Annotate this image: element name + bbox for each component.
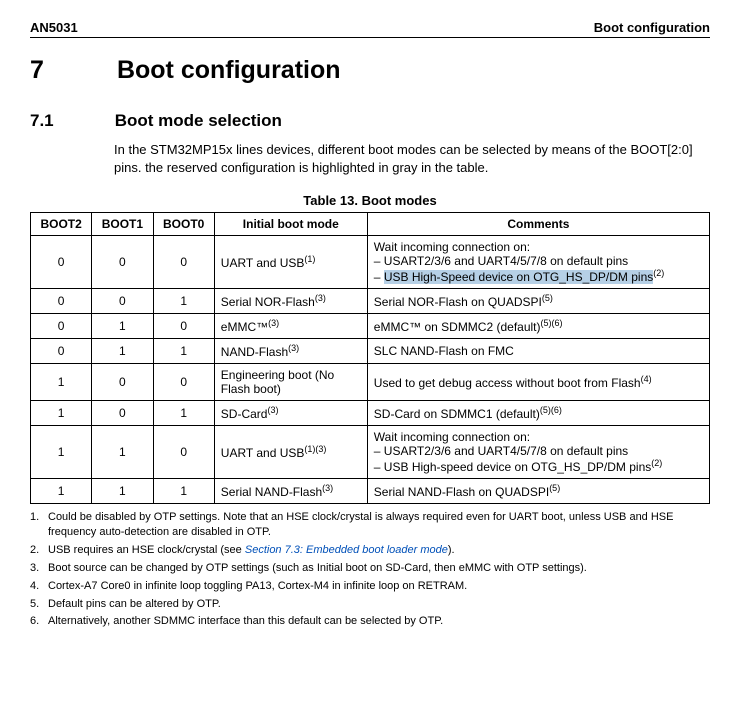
subsection-title-text: Boot mode selection bbox=[115, 111, 282, 130]
cell-comments: Wait incoming connection on: – USART2/3/… bbox=[367, 236, 709, 289]
footnote-text: Could be disabled by OTP settings. Note … bbox=[48, 510, 710, 540]
table-row: 0 1 1 NAND-Flash(3) SLC NAND-Flash on FM… bbox=[31, 339, 710, 364]
footnotes: 1.Could be disabled by OTP settings. Not… bbox=[30, 510, 710, 629]
table-row: 1 0 1 SD-Card(3) SD-Card on SDMMC1 (defa… bbox=[31, 401, 710, 426]
footnote-number: 1. bbox=[30, 510, 48, 540]
doc-id: AN5031 bbox=[30, 20, 78, 35]
table-row: 1 1 0 UART and USB(1)(3) Wait incoming c… bbox=[31, 426, 710, 479]
section-title: 7 Boot configuration bbox=[30, 56, 710, 85]
cell-b1: 0 bbox=[92, 236, 153, 289]
col-mode: Initial boot mode bbox=[214, 213, 367, 236]
section-title-text: Boot configuration bbox=[117, 56, 341, 84]
col-boot1: BOOT1 bbox=[92, 213, 153, 236]
cell-b2: 0 bbox=[31, 236, 92, 289]
table-row: 1 1 1 Serial NAND-Flash(3) Serial NAND-F… bbox=[31, 479, 710, 504]
col-boot0: BOOT0 bbox=[153, 213, 214, 236]
highlighted-text: USB High-Speed device on OTG_HS_DP/DM pi… bbox=[384, 270, 653, 284]
page-header: AN5031 Boot configuration bbox=[30, 20, 710, 38]
boot-modes-table: BOOT2 BOOT1 BOOT0 Initial boot mode Comm… bbox=[30, 212, 710, 504]
intro-paragraph: In the STM32MP15x lines devices, differe… bbox=[114, 141, 710, 177]
col-comments: Comments bbox=[367, 213, 709, 236]
table-row: 0 1 0 eMMC™(3) eMMC™ on SDMMC2 (default)… bbox=[31, 314, 710, 339]
cell-b0: 0 bbox=[153, 236, 214, 289]
table-row: 0 0 0 UART and USB(1) Wait incoming conn… bbox=[31, 236, 710, 289]
section-link[interactable]: Section 7.3: Embedded boot loader mode bbox=[245, 544, 448, 556]
table-header: BOOT2 BOOT1 BOOT0 Initial boot mode Comm… bbox=[31, 213, 710, 236]
table-caption: Table 13. Boot modes bbox=[30, 193, 710, 208]
col-boot2: BOOT2 bbox=[31, 213, 92, 236]
subsection-number: 7.1 bbox=[30, 111, 110, 131]
section-number: 7 bbox=[30, 56, 110, 85]
table-row: 0 0 1 Serial NOR-Flash(3) Serial NOR-Fla… bbox=[31, 289, 710, 314]
cell-mode: UART and USB(1) bbox=[214, 236, 367, 289]
header-right: Boot configuration bbox=[594, 20, 710, 35]
table-row: 1 0 0 Engineering boot (No Flash boot) U… bbox=[31, 364, 710, 401]
subsection-title: 7.1 Boot mode selection bbox=[30, 111, 710, 131]
